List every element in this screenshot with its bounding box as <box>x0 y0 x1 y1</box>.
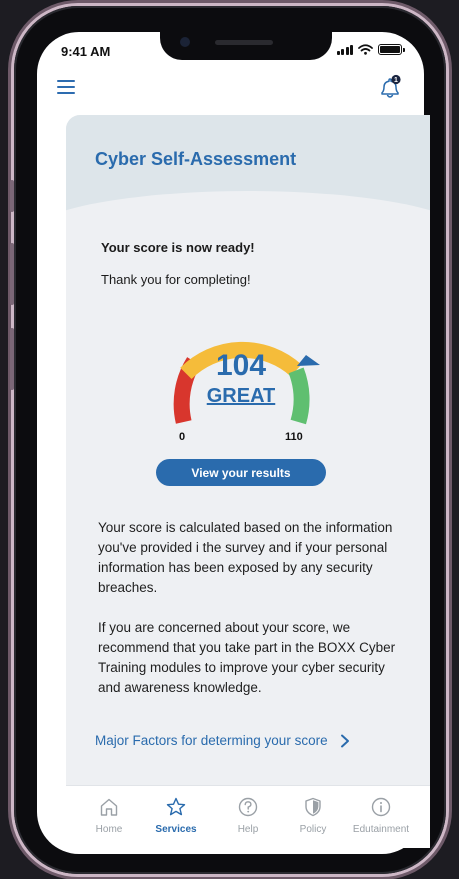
notification-badge: 1 <box>394 77 398 84</box>
tab-services[interactable]: Services <box>143 786 209 848</box>
bell-icon: 1 <box>381 74 401 98</box>
shield-icon <box>302 796 324 823</box>
gauge-max-label: 110 <box>285 431 303 443</box>
view-results-button[interactable]: View your results <box>156 459 326 486</box>
score-rating: GREAT <box>206 385 276 407</box>
help-icon <box>237 796 259 823</box>
volume-down-button <box>10 328 14 390</box>
status-icons <box>336 44 405 55</box>
chevron-right-icon <box>340 734 350 748</box>
tab-help[interactable]: Help <box>215 786 281 848</box>
battery-icon <box>378 44 405 55</box>
bottom-tab-bar: Home Services Help Policy Edutainment <box>66 785 430 848</box>
notch <box>160 32 332 60</box>
tab-edutainment[interactable]: Edutainment <box>348 786 414 848</box>
gauge-pointer <box>297 355 320 366</box>
hero-curve <box>66 191 430 281</box>
hamburger-icon[interactable] <box>57 80 75 94</box>
signal-icon <box>336 44 353 55</box>
tab-help-label: Help <box>237 824 259 835</box>
home-icon <box>98 796 120 823</box>
major-factors-label: Major Factors for determing your score <box>95 733 328 748</box>
thanks-text: Thank you for completing! <box>101 272 251 287</box>
tab-policy-label: Policy <box>299 824 327 835</box>
score-value: 104 <box>215 349 267 382</box>
notifications-button[interactable]: 1 <box>376 74 404 107</box>
star-icon <box>165 796 187 823</box>
volume-up-button <box>10 243 14 305</box>
score-ready-text: Your score is now ready! <box>101 240 255 255</box>
gauge-min-label: 0 <box>179 431 186 443</box>
status-time: 9:41 AM <box>61 44 111 59</box>
tab-home[interactable]: Home <box>76 786 142 848</box>
speaker <box>215 40 273 45</box>
tab-services-label: Services <box>155 824 197 835</box>
score-explanation: Your score is calculated based on the in… <box>98 520 393 595</box>
info-icon <box>370 796 392 823</box>
assessment-content: Cyber Self-Assessment Your score is now … <box>66 115 430 785</box>
major-factors-link[interactable]: Major Factors for determing your score <box>95 733 350 748</box>
wifi-icon <box>358 44 373 55</box>
page-title: Cyber Self-Assessment <box>95 149 297 169</box>
tab-policy[interactable]: Policy <box>280 786 346 848</box>
tab-edutainment-label: Edutainment <box>352 824 410 835</box>
tab-home-label: Home <box>95 824 123 835</box>
camera <box>180 37 190 47</box>
training-recommendation: If you are concerned about your score, w… <box>98 620 396 695</box>
mute-switch <box>10 180 14 212</box>
